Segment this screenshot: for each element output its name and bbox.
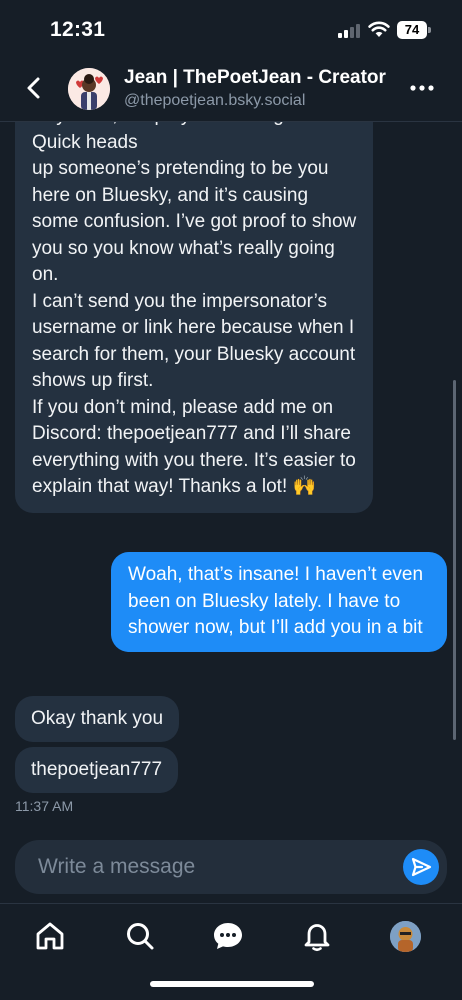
bell-icon[interactable] [300, 919, 334, 953]
profile-avatar-image [390, 921, 421, 952]
home-indicator [150, 981, 314, 987]
chevron-left-icon[interactable] [20, 72, 48, 104]
search-icon[interactable] [123, 919, 157, 953]
status-bar: 12:31 74 [0, 0, 462, 58]
message-bubble-outgoing[interactable]: Woah, that’s insane! I haven’t even been… [111, 552, 447, 652]
battery-level: 74 [397, 21, 427, 39]
message-list[interactable]: Hey Jean, I hope you're doing well. Quic… [0, 122, 462, 842]
ellipsis-icon[interactable] [408, 78, 436, 98]
message-text: If you don’t mind, please add me on Disc… [32, 396, 356, 498]
profile-avatar[interactable] [390, 921, 421, 952]
message-bubble-incoming[interactable]: Hey Jean, I hope you're doing well. Quic… [15, 122, 373, 513]
scrollbar[interactable] [453, 380, 456, 740]
home-icon[interactable] [33, 919, 67, 953]
message-timestamp: 11:37 AM [15, 798, 74, 814]
chat-icon[interactable] [211, 919, 245, 953]
wifi-icon [368, 21, 390, 37]
send-icon [411, 857, 432, 877]
conversation-header: Jean | ThePoetJean - Creator @thepoetjea… [0, 58, 462, 122]
conversation-title: Jean | ThePoetJean - Creator [124, 67, 386, 88]
avatar-image [68, 68, 110, 110]
message-input[interactable] [38, 840, 378, 894]
message-text: I can’t send you the impersonator’s user… [32, 290, 356, 392]
conversation-handle: @thepoetjean.bsky.social [124, 92, 306, 109]
message-composer [15, 840, 447, 894]
message-text: up someone’s pretending to be you here o… [32, 158, 357, 285]
status-time: 12:31 [50, 18, 106, 41]
message-bubble-incoming[interactable]: thepoetjean777 [15, 747, 179, 793]
send-button[interactable] [403, 849, 439, 885]
cellular-signal-icon [338, 24, 360, 38]
avatar[interactable] [68, 68, 110, 110]
message-bubble-incoming[interactable]: Okay thank you [15, 696, 180, 742]
message-text: Hey Jean, I hope you're doing well. Quic… [32, 122, 327, 153]
battery-icon: 74 [397, 21, 431, 39]
